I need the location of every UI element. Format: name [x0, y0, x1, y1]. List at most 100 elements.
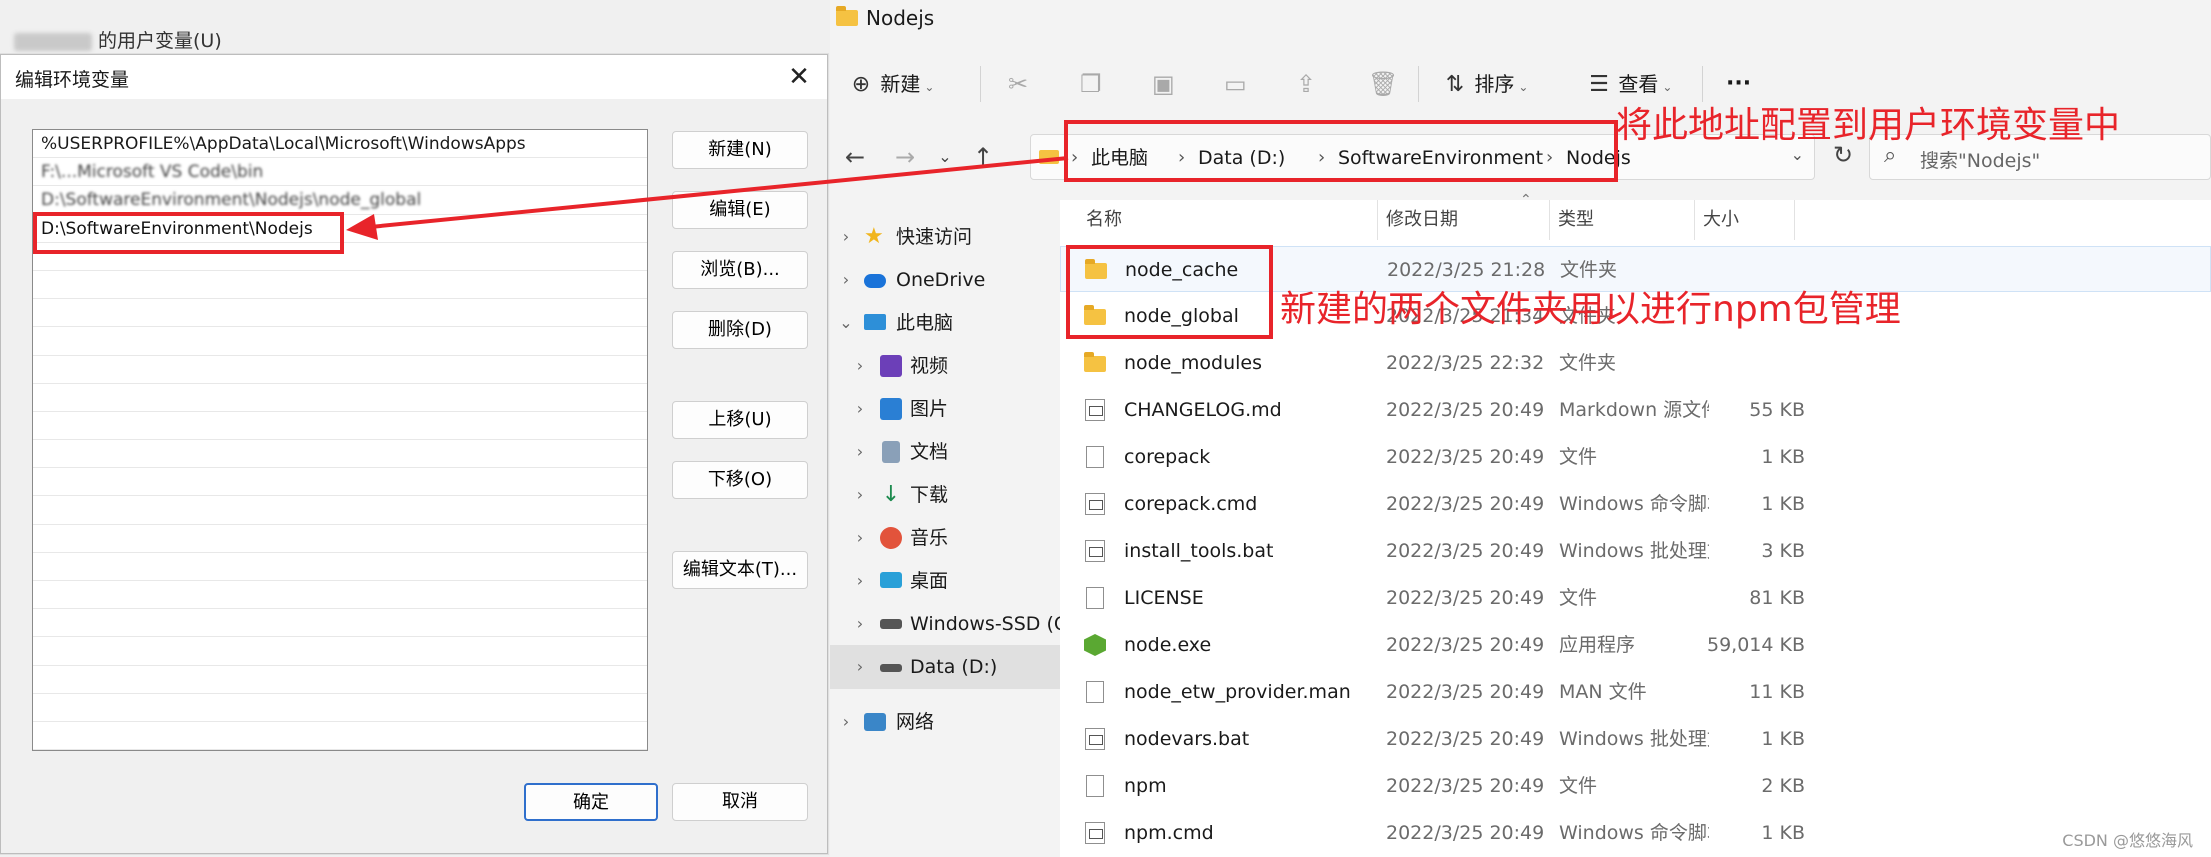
drive-icon [880, 664, 902, 672]
forward-arrow-icon[interactable]: → [888, 140, 922, 174]
copy-icon[interactable]: ❐ [1080, 64, 1102, 104]
folder-icon [1084, 305, 1106, 325]
delete-button[interactable]: 删除(D) [672, 311, 808, 349]
nav-item-network[interactable]: › 网络 [830, 700, 1060, 744]
path-row-selected[interactable]: D:\SoftwareEnvironment\Nodejs [33, 215, 647, 243]
path-row-empty[interactable] [33, 694, 647, 722]
explorer-title: Nodejs [866, 6, 935, 30]
path-row-empty[interactable] [33, 440, 647, 469]
path-row-empty[interactable] [33, 384, 647, 412]
rename-icon[interactable]: ▭ [1224, 64, 1247, 104]
cancel-button[interactable]: 取消 [672, 783, 808, 821]
annotation-folders-note: 新建的两个文件夹用以进行npm包管理 [1280, 289, 1901, 330]
browse-button[interactable]: 浏览(B)... [672, 251, 808, 289]
nav-item-pictures[interactable]: › 图片 [830, 387, 1060, 431]
move-up-button[interactable]: 上移(U) [672, 401, 808, 439]
path-row-empty[interactable] [33, 722, 647, 750]
network-icon [864, 713, 886, 731]
nav-item-music[interactable]: › 音乐 [830, 516, 1060, 560]
cloud-icon [864, 274, 886, 288]
video-icon [880, 355, 902, 377]
up-arrow-icon[interactable]: ↑ [966, 140, 1000, 174]
music-icon [880, 527, 902, 549]
nav-item-quick-access[interactable]: › ★ 快速访问 [830, 215, 1060, 259]
recent-chevron-icon[interactable]: ⌄ [928, 140, 962, 174]
path-row-empty[interactable] [33, 327, 647, 356]
nav-item-downloads[interactable]: › ↓ 下载 [830, 473, 1060, 517]
view-list-icon: ☰ [1589, 72, 1609, 97]
path-row-empty[interactable] [33, 496, 647, 525]
breadcrumb-data-drive[interactable]: Data (D:) [1198, 145, 1285, 171]
folder-icon [1085, 259, 1107, 279]
edit-button[interactable]: 编辑(E) [672, 191, 808, 229]
path-row-empty[interactable] [33, 299, 647, 328]
nav-item-desktop[interactable]: › 桌面 [830, 559, 1060, 603]
share-icon[interactable]: ⇪ [1296, 64, 1316, 104]
path-row-empty[interactable] [33, 243, 647, 271]
path-row[interactable]: F:\...Microsoft VS Code\bin [33, 158, 647, 187]
file-row[interactable]: nodevars.bat2022/3/25 20:49Windows 批处理文.… [1060, 716, 2211, 762]
new-menu-button[interactable]: ⊕ 新建 ⌄ [848, 64, 935, 104]
column-header-type[interactable]: 类型 [1550, 200, 1695, 240]
document-icon [882, 441, 900, 463]
close-icon[interactable]: ✕ [779, 59, 819, 95]
new-button[interactable]: 新建(N) [672, 131, 808, 169]
file-row[interactable]: npm.cmd2022/3/25 20:49Windows 命令脚本1 KB [1060, 810, 2211, 856]
file-row[interactable]: install_tools.bat 2022/3/25 20:49 Windows … [1060, 528, 2211, 574]
path-row-empty[interactable] [33, 468, 647, 497]
path-list[interactable]: %USERPROFILE%\AppData\Local\Microsoft\Wi… [32, 129, 648, 751]
path-row-empty[interactable] [33, 271, 647, 300]
nav-item-this-pc[interactable]: ⌄ 此电脑 [830, 301, 1060, 345]
breadcrumb-this-pc[interactable]: 此电脑 [1091, 145, 1148, 171]
path-row-empty[interactable] [33, 412, 647, 441]
nav-item-windows-ssd[interactable]: › Windows-SSD (C [830, 602, 1060, 646]
chevron-down-icon: ⌄ [924, 80, 935, 94]
toolbar-divider [1418, 66, 1419, 102]
delete-icon[interactable]: 🗑 [1368, 64, 1398, 104]
breadcrumb-nodejs[interactable]: Nodejs [1566, 145, 1631, 171]
nav-item-documents[interactable]: › 文档 [830, 430, 1060, 474]
path-row-empty[interactable] [33, 525, 647, 553]
nav-item-onedrive[interactable]: › OneDrive [830, 258, 1060, 302]
file-row[interactable]: node.exe 2022/3/25 20:49 应用程序 59,014 KB [1060, 622, 2211, 668]
path-row[interactable]: %USERPROFILE%\AppData\Local\Microsoft\Wi… [33, 130, 647, 159]
file-row[interactable]: corepack.cmd2022/3/25 20:49Windows 命令脚本1… [1060, 481, 2211, 527]
breadcrumb-separator-icon: › [1546, 147, 1554, 168]
back-arrow-icon[interactable]: ← [838, 140, 872, 174]
file-row[interactable]: corepack 2022/3/25 20:49 文件 1 KB [1060, 434, 2211, 480]
paste-icon[interactable]: ▣ [1152, 64, 1175, 104]
path-row-empty[interactable] [33, 666, 647, 694]
path-row-empty[interactable] [33, 581, 647, 610]
file-row[interactable]: node_modules 2022/3/25 22:32 文件夹 [1060, 340, 2211, 386]
script-file-icon [1085, 493, 1105, 515]
breadcrumb-separator-icon: › [1318, 147, 1326, 168]
path-row-empty[interactable] [33, 637, 647, 666]
column-header-name[interactable]: 名称 [1078, 200, 1378, 240]
file-row[interactable]: npm 2022/3/25 20:49 文件 2 KB [1060, 763, 2211, 809]
column-header-size[interactable]: 大小 [1695, 200, 1795, 240]
ok-button[interactable]: 确定 [524, 783, 658, 821]
script-file-icon [1085, 822, 1105, 844]
path-row-empty[interactable] [33, 356, 647, 384]
toolbar-divider [980, 66, 981, 102]
breadcrumb-software-environment[interactable]: SoftwareEnvironment [1338, 145, 1543, 171]
nav-item-videos[interactable]: › 视频 [830, 344, 1060, 388]
explorer-titlebar: Nodejs [830, 0, 2211, 40]
star-icon: ★ [864, 224, 884, 249]
file-row[interactable]: CHANGELOG.md 2022/3/25 20:49 Markdown 源文件 5… [1060, 387, 2211, 433]
sort-menu-button[interactable]: ⇅ 排序 ⌄ [1442, 64, 1529, 104]
chevron-down-icon: ⌄ [1662, 80, 1673, 94]
file-icon [1086, 587, 1104, 609]
edit-text-button[interactable]: 编辑文本(T)... [672, 551, 808, 589]
plus-circle-icon: ⊕ [851, 72, 871, 97]
move-down-button[interactable]: 下移(O) [672, 461, 808, 499]
file-row[interactable]: node_etw_provider.man 2022/3/25 20:49 MAN … [1060, 669, 2211, 715]
file-icon [1086, 446, 1104, 468]
path-row[interactable]: D:\SoftwareEnvironment\Nodejs\node_globa… [33, 186, 647, 215]
file-row[interactable]: LICENSE 2022/3/25 20:49 文件 81 KB [1060, 575, 2211, 621]
chevron-right-icon: › [856, 442, 864, 461]
path-row-empty[interactable] [33, 609, 647, 638]
path-row-empty[interactable] [33, 553, 647, 581]
nav-item-data-drive[interactable]: › Data (D:) [830, 645, 1060, 689]
cut-icon[interactable]: ✂ [1008, 64, 1028, 104]
